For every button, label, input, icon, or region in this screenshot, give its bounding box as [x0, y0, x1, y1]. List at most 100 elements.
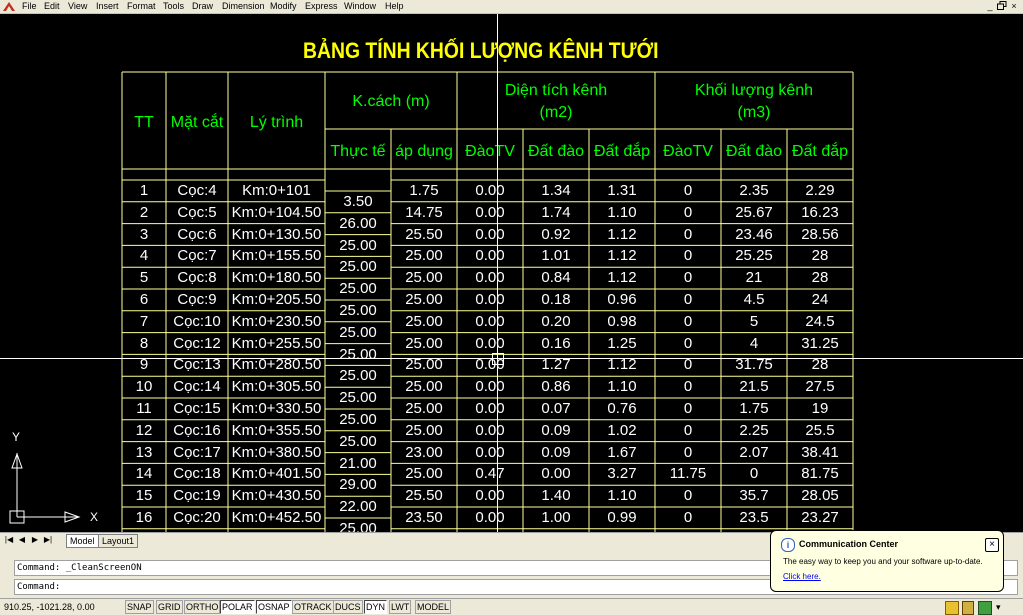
- autocad-app-icon[interactable]: [2, 1, 16, 12]
- cell-ly-trinh: Km:0+130.50: [231, 225, 322, 243]
- cell-dao-tv-volume: 11.75: [669, 465, 707, 483]
- cell-dat-dao-volume: 5: [749, 312, 759, 330]
- cell-thuc-te: 25.00: [339, 432, 377, 450]
- cell-dao-tv-volume: 0: [683, 334, 693, 352]
- cell-dat-dao-volume: 35.7: [739, 487, 769, 505]
- menu-view[interactable]: View: [68, 0, 87, 13]
- minimize-icon[interactable]: _: [984, 1, 996, 11]
- comm-center-tray-icon[interactable]: [945, 601, 959, 615]
- menu-file[interactable]: File: [22, 0, 37, 13]
- header-dao-tv-volume: ĐàoTV: [663, 143, 713, 160]
- cell-ly-trinh: Km:0+401.50: [231, 465, 322, 483]
- cell-tt: 8: [139, 334, 149, 352]
- cell-mat-cat: Cọc:7: [177, 247, 217, 265]
- cell-dao-tv-area: 0.47: [475, 465, 505, 483]
- lock-icon[interactable]: [962, 601, 974, 615]
- cell-dat-dao-volume: 2.25: [739, 421, 769, 439]
- cell-ly-trinh: Km:0+255.50: [231, 334, 322, 352]
- restore-icon[interactable]: [996, 1, 1008, 11]
- menu-dimension[interactable]: Dimension: [222, 0, 265, 13]
- ortho-toggle[interactable]: ORTHO: [184, 600, 221, 614]
- lwt-toggle[interactable]: LWT: [389, 600, 412, 614]
- drawing-title: BẢNG TÍNH KHỐI LƯỢNG KÊNH TƯỚI: [303, 38, 659, 63]
- coordinate-readout[interactable]: 910.25, -1021.28, 0.00: [4, 601, 95, 613]
- menu-tools[interactable]: Tools: [163, 0, 184, 13]
- cell-dat-dao-volume: 25.25: [735, 247, 773, 265]
- cell-ly-trinh: Km:0+430.50: [231, 487, 322, 505]
- cell-dao-tv-area: 0.00: [475, 400, 505, 417]
- cell-dat-dao-area: 1.40: [541, 487, 571, 505]
- cell-thuc-te: 25.00: [339, 258, 377, 276]
- header-dien-tich: Diện tích kênh (m2): [457, 80, 655, 124]
- cell-mat-cat: Cọc:4: [177, 182, 217, 199]
- menu-edit[interactable]: Edit: [44, 0, 60, 13]
- cell-dat-dap-volume: 23.27: [801, 509, 839, 526]
- menu-express[interactable]: Express: [305, 0, 338, 13]
- menu-insert[interactable]: Insert: [96, 0, 119, 13]
- next-tab-icon[interactable]: ▶: [30, 535, 40, 545]
- cell-dao-tv-area: 0.00: [475, 312, 505, 330]
- dyn-toggle[interactable]: DYN: [364, 600, 388, 614]
- cell-mat-cat: Cọc:14: [173, 378, 221, 396]
- ducs-toggle[interactable]: DUCS: [333, 600, 363, 614]
- cell-ap-dung: 25.50: [405, 225, 443, 243]
- cell-dat-dap-area: 3.27: [607, 465, 637, 483]
- cell-ly-trinh: Km:0+330.50: [231, 400, 322, 417]
- status-menu-arrow-icon[interactable]: ▾: [996, 602, 1001, 613]
- cell-dat-dap-volume: 24.5: [805, 312, 835, 330]
- model-toggle[interactable]: MODEL: [415, 600, 452, 614]
- tab-model[interactable]: Model: [66, 534, 99, 548]
- cell-mat-cat: Cọc:16: [173, 421, 221, 439]
- cell-dat-dap-volume: 24: [811, 291, 829, 308]
- menu-help[interactable]: Help: [385, 0, 404, 13]
- cell-dao-tv-area: 0.00: [475, 334, 505, 352]
- header-mat-cat: Mặt cắt: [170, 114, 224, 131]
- first-tab-icon[interactable]: |◀: [4, 535, 14, 545]
- cell-mat-cat: Cọc:9: [177, 291, 217, 308]
- cell-dat-dao-volume: 23.46: [735, 225, 773, 243]
- cell-dat-dap-area: 1.02: [607, 421, 637, 439]
- drawing-area[interactable]: BẢNG TÍNH KHỐI LƯỢNG KÊNH TƯỚI TT Mặt cắ…: [0, 14, 1023, 532]
- snap-toggle[interactable]: SNAP: [125, 600, 154, 614]
- balloon-close-button[interactable]: ×: [985, 538, 999, 552]
- cell-ly-trinh: Km:0+155.50: [231, 247, 322, 265]
- trust-icon[interactable]: [978, 601, 992, 615]
- menu-window[interactable]: Window: [344, 0, 376, 13]
- cell-thuc-te: 25.00: [339, 302, 377, 319]
- cell-mat-cat: Cọc:10: [173, 312, 221, 330]
- cell-dao-tv-volume: 0: [683, 312, 693, 330]
- otrack-toggle[interactable]: OTRACK: [292, 600, 334, 614]
- cell-ap-dung: 25.50: [405, 487, 443, 505]
- cell-dat-dap-volume: 38.41: [801, 443, 839, 461]
- cell-dat-dao-area: 1.74: [541, 203, 571, 221]
- cell-dat-dap-area: 1.67: [607, 443, 637, 461]
- close-window-icon[interactable]: ×: [1008, 1, 1020, 11]
- osnap-toggle[interactable]: OSNAP: [256, 600, 292, 614]
- cell-dat-dap-area: 0.76: [607, 400, 637, 417]
- cell-thuc-te: 22.00: [339, 498, 377, 516]
- cell-tt: 3: [139, 225, 149, 243]
- cursor-pickbox: [492, 353, 504, 365]
- balloon-click-here-link[interactable]: Click here.: [783, 572, 821, 581]
- cell-tt: 7: [139, 312, 149, 330]
- cell-dao-tv-volume: 0: [683, 225, 693, 243]
- tab-layout1[interactable]: Layout1: [98, 534, 139, 548]
- prev-tab-icon[interactable]: ◀: [17, 535, 27, 545]
- last-tab-icon[interactable]: ▶|: [43, 535, 53, 545]
- menu-modify[interactable]: Modify: [270, 0, 297, 13]
- cell-dat-dap-volume: 28: [811, 247, 829, 265]
- header-khoi-luong: Khối lượng kênh (m3): [655, 80, 853, 124]
- cell-dao-tv-volume: 0: [683, 182, 693, 199]
- polar-toggle[interactable]: POLAR: [220, 600, 255, 614]
- cell-dat-dap-volume: 28.05: [801, 487, 839, 505]
- cell-dat-dap-area: 0.99: [607, 509, 637, 526]
- grid-toggle[interactable]: GRID: [156, 600, 183, 614]
- cell-thuc-te: 25.00: [339, 236, 377, 254]
- cell-dat-dao-volume: 4: [749, 334, 759, 352]
- cell-dao-tv-area: 0.00: [475, 421, 505, 439]
- menu-format[interactable]: Format: [127, 0, 156, 13]
- menu-draw[interactable]: Draw: [192, 0, 213, 13]
- cell-dat-dap-volume: 27.5: [805, 378, 835, 396]
- cell-mat-cat: Cọc:12: [173, 334, 221, 352]
- cell-mat-cat: Cọc:6: [177, 225, 217, 243]
